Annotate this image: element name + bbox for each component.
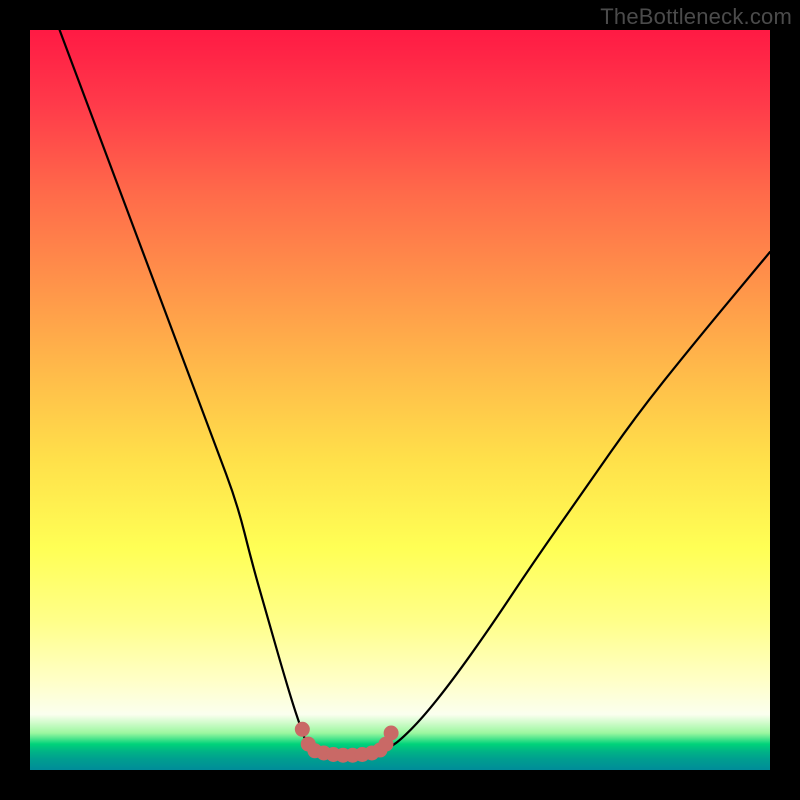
plot-area — [30, 30, 770, 770]
v-curve — [60, 30, 770, 755]
watermark-label: TheBottleneck.com — [600, 4, 792, 30]
valley-marker — [384, 726, 399, 741]
bottleneck-curve — [30, 30, 770, 770]
valley-marker — [295, 722, 310, 737]
chart-frame: TheBottleneck.com — [0, 0, 800, 800]
